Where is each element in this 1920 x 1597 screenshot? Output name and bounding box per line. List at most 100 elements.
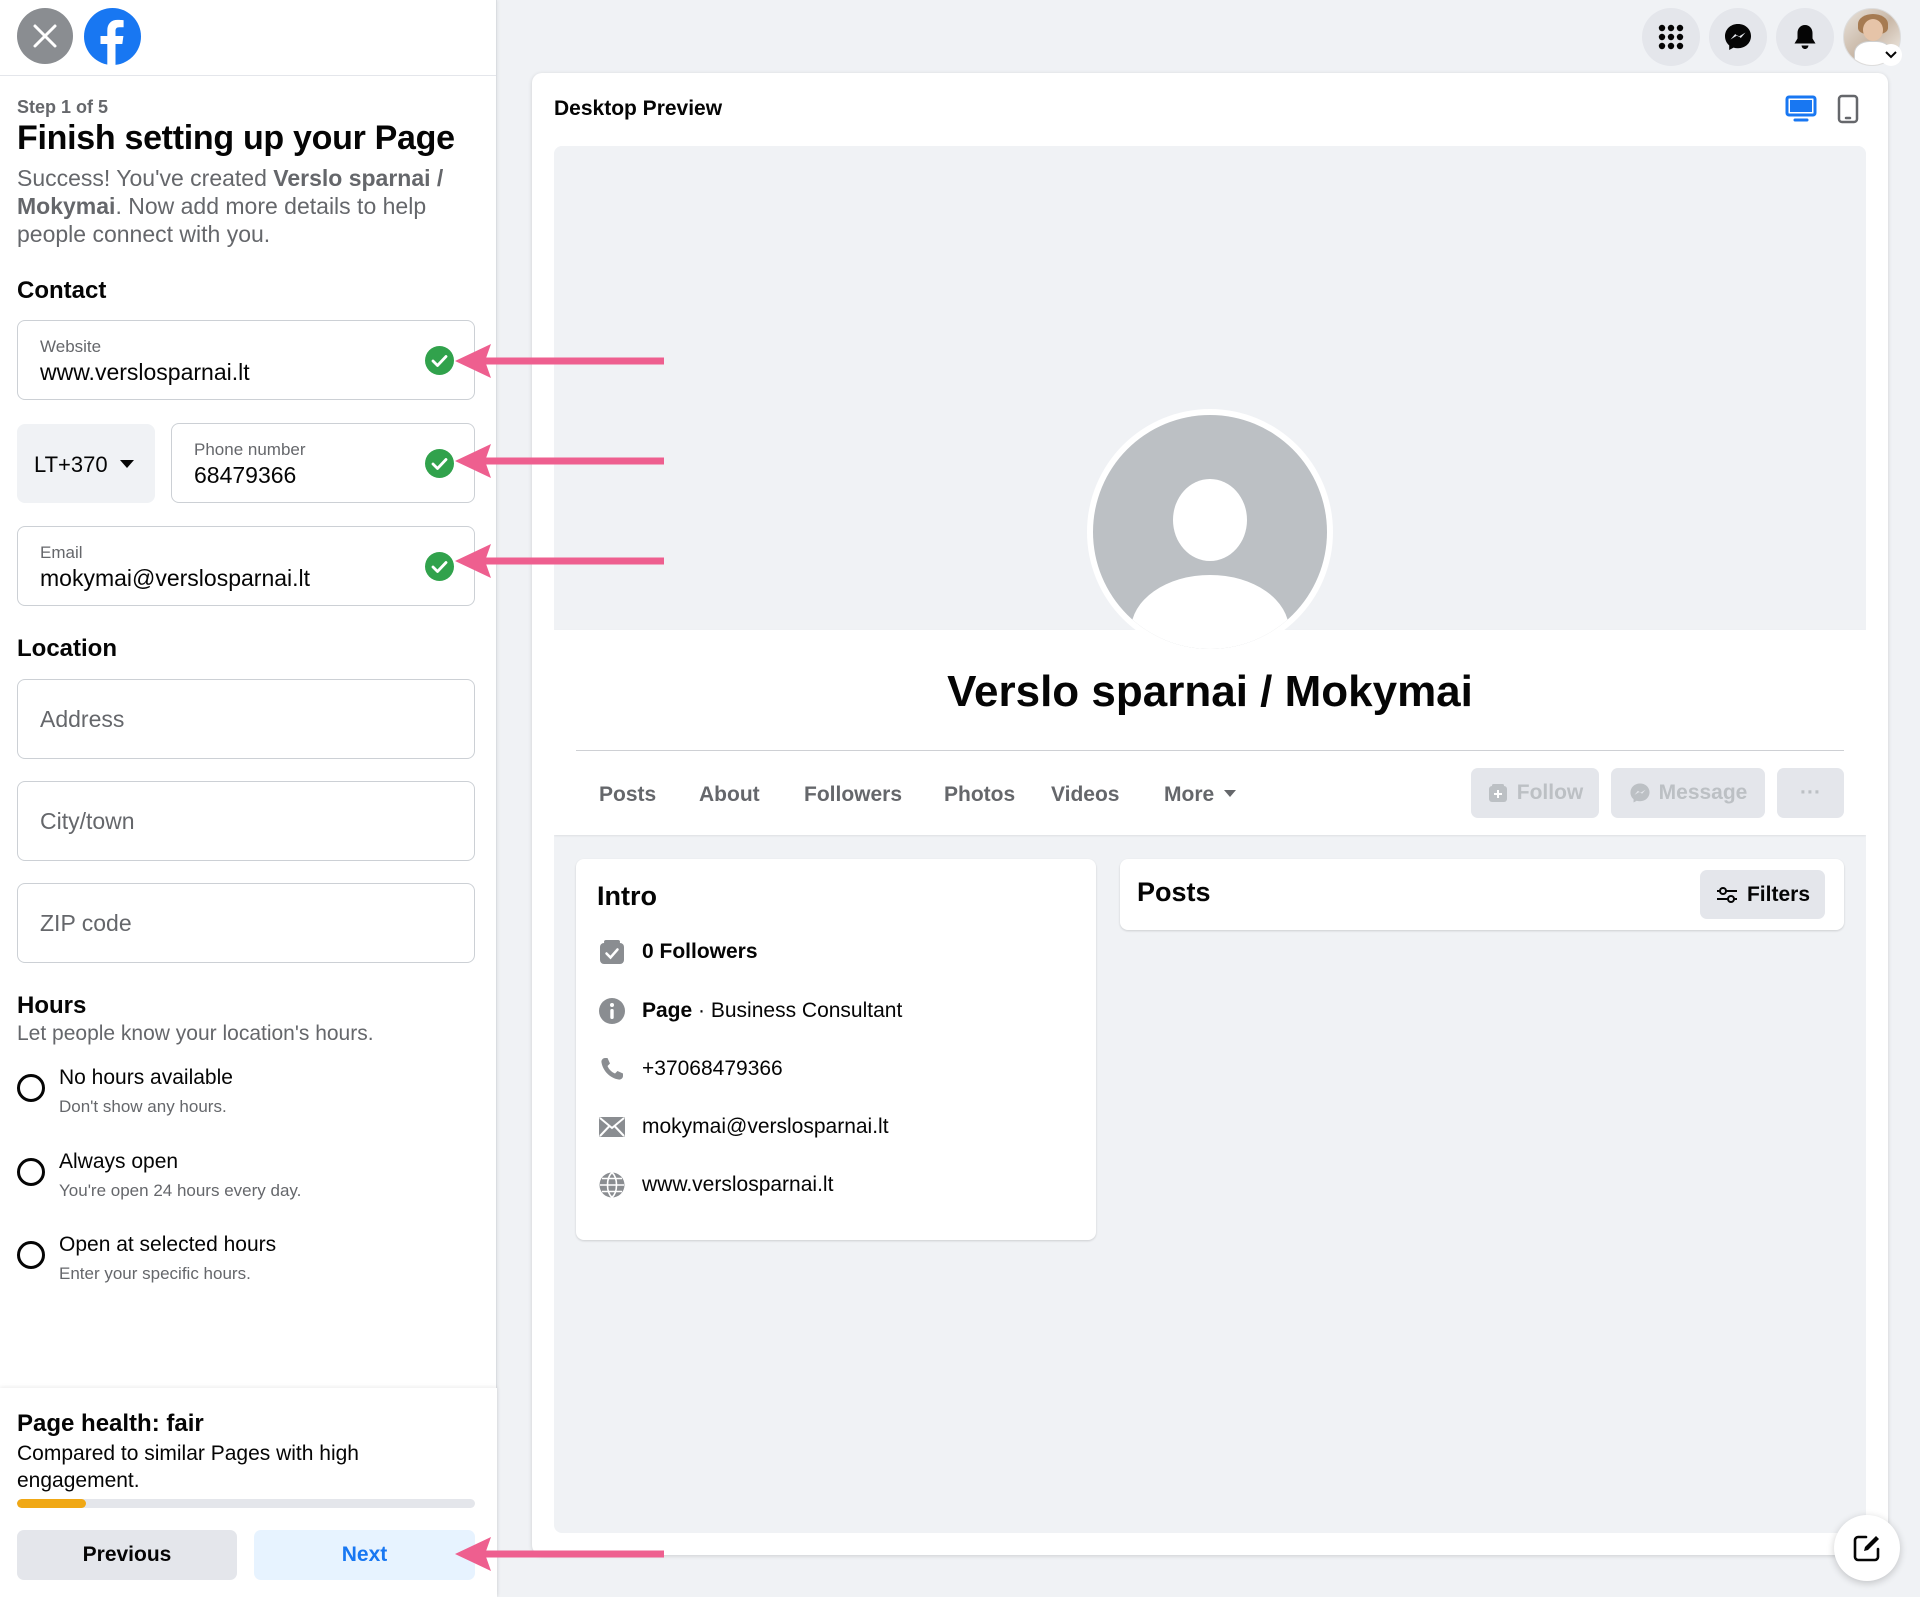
preview-title: Desktop Preview: [554, 97, 723, 120]
tab-posts[interactable]: Posts: [599, 783, 656, 807]
tab-followers[interactable]: Followers: [804, 783, 902, 807]
step-indicator: Step 1 of 5: [17, 97, 109, 117]
followers-icon: [597, 937, 627, 967]
phone-value[interactable]: 68479366: [194, 462, 296, 489]
notifications-button[interactable]: [1776, 8, 1834, 66]
tab-about[interactable]: About: [699, 783, 760, 807]
mail-icon: [597, 1112, 627, 1142]
close-button[interactable]: [17, 8, 73, 64]
email-address: mokymai@verslosparnai.lt: [642, 1115, 889, 1138]
phone-label: Phone number: [194, 440, 306, 459]
page-subtitle: Success! You've created Verslo sparnai /…: [17, 164, 477, 248]
hours-option-title: No hours available: [59, 1066, 233, 1089]
desktop-preview-card: Desktop Preview Verslo sparnai / Mokymai…: [532, 73, 1888, 1555]
header-divider: [576, 750, 1844, 751]
bell-icon: [1794, 25, 1816, 49]
check-icon: [425, 552, 454, 581]
country-code-value: LT+370: [34, 452, 108, 477]
radio-button[interactable]: [17, 1158, 45, 1186]
filters-button[interactable]: Filters: [1700, 870, 1825, 919]
messenger-icon: [1725, 24, 1751, 50]
page-health-bar: [17, 1499, 475, 1508]
message-label: Message: [1658, 781, 1748, 804]
default-avatar-icon: [1093, 415, 1327, 649]
annotation-arrow: [455, 544, 664, 578]
tab-photos[interactable]: Photos: [944, 783, 1015, 807]
posts-title: Posts: [1137, 877, 1211, 907]
panel-header: [0, 0, 496, 76]
page-health-footer: Page health: fair Compared to similar Pa…: [0, 1388, 497, 1597]
menu-grid-icon: [1658, 24, 1684, 50]
zip-placeholder: ZIP code: [40, 910, 132, 936]
intro-followers: 0 Followers: [597, 937, 758, 967]
next-button[interactable]: Next: [254, 1530, 475, 1580]
email-value[interactable]: mokymai@verslosparnai.lt: [40, 565, 310, 592]
filters-label: Filters: [1746, 882, 1811, 906]
page-title: Finish setting up your Page: [17, 119, 455, 157]
close-icon: [33, 24, 57, 48]
messenger-icon: [1630, 783, 1650, 803]
website-value[interactable]: www.verslosparnai.lt: [40, 359, 250, 386]
tab-more-label: More: [1164, 783, 1215, 806]
location-heading: Location: [17, 635, 117, 662]
website-link[interactable]: www.verslosparnai.lt: [642, 1173, 833, 1197]
email-label: Email: [40, 543, 83, 562]
website-label: Website: [40, 337, 102, 356]
website-field[interactable]: Website www.verslosparnai.lt: [17, 320, 475, 400]
radio-button[interactable]: [17, 1074, 45, 1102]
followers-count: 0 Followers: [642, 940, 758, 963]
city-field[interactable]: City/town: [17, 781, 475, 861]
compose-icon: [1853, 1535, 1880, 1562]
mobile-icon[interactable]: [1837, 94, 1859, 124]
hours-option-subtitle: Don't show any hours.: [59, 1097, 227, 1116]
address-field[interactable]: Address: [17, 679, 475, 759]
subtitle-prefix: Success! You've created: [17, 165, 274, 191]
annotation-arrow: [455, 344, 664, 378]
facebook-logo-icon[interactable]: [84, 8, 141, 65]
more-actions-button[interactable]: ···: [1777, 768, 1844, 818]
filters-icon: [1716, 886, 1737, 903]
page-health-subtitle: Compared to similar Pages with high enga…: [17, 1442, 359, 1492]
hours-option-subtitle: Enter your specific hours.: [59, 1264, 251, 1283]
intro-email: mokymai@verslosparnai.lt: [597, 1112, 889, 1142]
page-name: Verslo sparnai / Mokymai: [947, 667, 1473, 716]
account-menu-toggle[interactable]: [1880, 44, 1902, 66]
page-category: · Business Consultant: [692, 999, 903, 1022]
intro-page-type: Page · Business Consultant: [597, 996, 902, 1026]
country-code-select[interactable]: LT+370: [17, 424, 155, 503]
intro-website: www.verslosparnai.lt: [597, 1170, 833, 1200]
tab-more[interactable]: More: [1164, 783, 1237, 807]
hours-option-subtitle: You're open 24 hours every day.: [59, 1181, 302, 1200]
radio-button[interactable]: [17, 1241, 45, 1269]
profile-picture: [1087, 409, 1333, 655]
hours-option-title: Always open: [59, 1150, 179, 1173]
tab-videos[interactable]: Videos: [1051, 783, 1119, 807]
message-button[interactable]: Message: [1611, 768, 1765, 818]
chevron-down-icon: [1885, 51, 1897, 59]
chevron-down-icon: [1224, 789, 1237, 797]
desktop-icon[interactable]: [1785, 95, 1817, 123]
menu-button[interactable]: [1642, 8, 1700, 66]
chevron-down-icon: [120, 460, 134, 468]
follow-button[interactable]: Follow: [1471, 768, 1599, 818]
zip-field[interactable]: ZIP code: [17, 883, 475, 963]
intro-phone: +37068479366: [597, 1054, 783, 1084]
page-health-title: Page health: fair: [17, 1410, 204, 1437]
info-icon: [597, 996, 627, 1026]
hours-option-title: Open at selected hours: [59, 1233, 277, 1256]
page-health-fill: [17, 1499, 86, 1508]
follow-icon: [1488, 784, 1507, 802]
new-message-button[interactable]: [1834, 1515, 1900, 1581]
messenger-button[interactable]: [1709, 8, 1767, 66]
page-type-label: Page: [642, 999, 693, 1022]
follow-label: Follow: [1516, 781, 1584, 804]
phone-number: +37068479366: [642, 1057, 783, 1080]
preview-canvas: Verslo sparnai / Mokymai Posts About Fol…: [554, 146, 1866, 1533]
intro-title: Intro: [597, 881, 657, 911]
email-field[interactable]: Email mokymai@verslosparnai.lt: [17, 526, 475, 606]
previous-button[interactable]: Previous: [17, 1530, 237, 1580]
intro-card: Intro 0 Followers Page · Business Consul…: [576, 859, 1096, 1240]
phone-field[interactable]: Phone number 68479366: [171, 423, 475, 503]
globe-icon: [597, 1170, 627, 1200]
city-placeholder: City/town: [40, 808, 135, 834]
